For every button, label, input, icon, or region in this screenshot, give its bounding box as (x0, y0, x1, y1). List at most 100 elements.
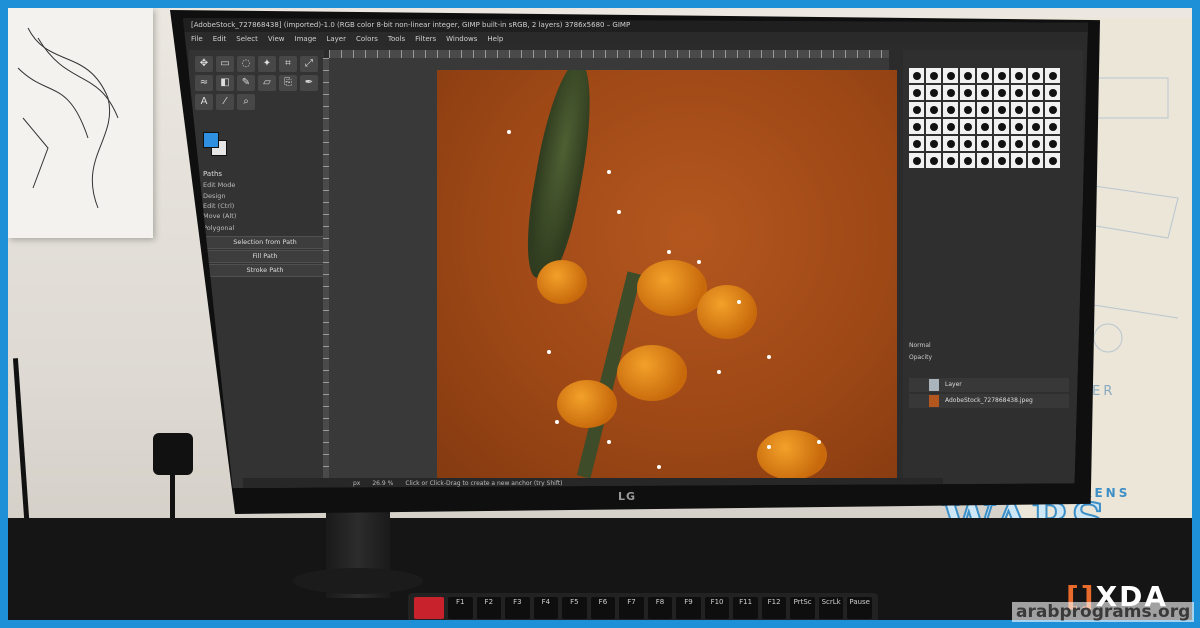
brush-preset[interactable] (1045, 119, 1060, 134)
brush-preset[interactable] (943, 102, 958, 117)
brush-preset[interactable] (1028, 85, 1043, 100)
paths-tool-icon[interactable]: ✒ (300, 75, 318, 91)
clone-icon[interactable]: ⎘ (279, 75, 297, 91)
brush-preset[interactable] (994, 119, 1009, 134)
bucket-fill-icon[interactable]: ◧ (216, 75, 234, 91)
brush-preset[interactable] (1011, 119, 1026, 134)
brush-preset[interactable] (1011, 136, 1026, 151)
menu-tools[interactable]: Tools (388, 32, 405, 46)
unit-select[interactable]: px (353, 478, 360, 488)
brush-preset[interactable] (926, 136, 941, 151)
brush-preset[interactable] (977, 102, 992, 117)
brush-preset[interactable] (994, 136, 1009, 151)
brush-preset[interactable] (909, 119, 924, 134)
path-anchor[interactable] (607, 440, 611, 444)
brush-preset[interactable] (977, 85, 992, 100)
foreground-color-swatch[interactable] (203, 132, 219, 148)
brush-preset[interactable] (909, 153, 924, 168)
fill-path-button[interactable]: Fill Path (205, 250, 325, 263)
brush-preset[interactable] (1028, 136, 1043, 151)
brush-preset[interactable] (926, 85, 941, 100)
path-anchor[interactable] (617, 210, 621, 214)
stroke-path-button[interactable]: Stroke Path (205, 264, 325, 277)
lasso-icon[interactable]: ◌ (237, 56, 255, 72)
menu-view[interactable]: View (268, 32, 285, 46)
path-anchor[interactable] (657, 465, 661, 469)
brush-preset[interactable] (977, 136, 992, 151)
brush-preset[interactable] (1011, 68, 1026, 83)
brush-preset[interactable] (1011, 102, 1026, 117)
brush-preset[interactable] (943, 85, 958, 100)
brush-preset[interactable] (1045, 102, 1060, 117)
brush-preset[interactable] (977, 68, 992, 83)
path-anchor[interactable] (737, 300, 741, 304)
brush-preset[interactable] (960, 102, 975, 117)
fuzzy-select-icon[interactable]: ✦ (258, 56, 276, 72)
text-tool-icon[interactable]: A (195, 94, 213, 110)
mode-edit-radio[interactable]: Edit (Ctrl) (203, 202, 234, 210)
path-anchor[interactable] (717, 370, 721, 374)
path-anchor[interactable] (607, 170, 611, 174)
brush-preset[interactable] (1028, 68, 1043, 83)
transform-icon[interactable]: ⤢ (300, 56, 318, 72)
menu-layer[interactable]: Layer (326, 32, 346, 46)
brush-preset[interactable] (994, 153, 1009, 168)
menu-windows[interactable]: Windows (446, 32, 477, 46)
brush-preset[interactable] (909, 68, 924, 83)
path-anchor[interactable] (555, 420, 559, 424)
brush-preset[interactable] (926, 68, 941, 83)
selection-from-path-button[interactable]: Selection from Path (205, 236, 325, 249)
brush-preset[interactable] (943, 119, 958, 134)
brush-preset[interactable] (1045, 85, 1060, 100)
zoom-icon[interactable]: ⌕ (237, 94, 255, 110)
brush-preset[interactable] (926, 153, 941, 168)
image-canvas[interactable] (437, 70, 897, 480)
brush-preset[interactable] (994, 102, 1009, 117)
brush-preset[interactable] (926, 119, 941, 134)
mode-move-radio[interactable]: Move (Alt) (203, 212, 236, 220)
path-anchor[interactable] (817, 440, 821, 444)
move-tool-icon[interactable]: ✥ (195, 56, 213, 72)
brush-preset[interactable] (960, 136, 975, 151)
menu-file[interactable]: File (191, 32, 203, 46)
mode-design-radio[interactable]: Design (203, 192, 225, 200)
path-anchor[interactable] (767, 355, 771, 359)
menu-help[interactable]: Help (487, 32, 503, 46)
layer-mode-select[interactable]: Normal (909, 342, 931, 349)
brush-preset[interactable] (1028, 119, 1043, 134)
brush-preset[interactable] (909, 136, 924, 151)
menu-filters[interactable]: Filters (415, 32, 436, 46)
brush-preset[interactable] (994, 68, 1009, 83)
brush-preset[interactable] (1028, 102, 1043, 117)
brush-preset[interactable] (1045, 153, 1060, 168)
horizontal-ruler[interactable] (329, 50, 889, 58)
menu-edit[interactable]: Edit (213, 32, 227, 46)
brush-preset[interactable] (1028, 153, 1043, 168)
menu-colors[interactable]: Colors (356, 32, 378, 46)
brush-preset[interactable] (1011, 153, 1026, 168)
path-anchor[interactable] (547, 350, 551, 354)
brush-preset[interactable] (1011, 85, 1026, 100)
layer-row-photo[interactable]: AdobeStock_727868438.jpeg (909, 394, 1069, 408)
brush-preset[interactable] (909, 85, 924, 100)
eraser-icon[interactable]: ▱ (258, 75, 276, 91)
brush-preset[interactable] (994, 85, 1009, 100)
polygonal-checkbox[interactable]: Polygonal (203, 224, 234, 232)
brush-preset[interactable] (909, 102, 924, 117)
zoom-select[interactable]: 26.9 % (372, 478, 393, 488)
path-anchor[interactable] (767, 445, 771, 449)
brush-preset[interactable] (960, 119, 975, 134)
brush-preset[interactable] (926, 102, 941, 117)
brush-preset[interactable] (943, 136, 958, 151)
crop-icon[interactable]: ⌗ (279, 56, 297, 72)
layer-row-layer[interactable]: Layer (909, 378, 1069, 392)
color-picker-icon[interactable]: ⁄ (216, 94, 234, 110)
path-anchor[interactable] (507, 130, 511, 134)
rect-select-icon[interactable]: ▭ (216, 56, 234, 72)
menu-image[interactable]: Image (295, 32, 317, 46)
paintbrush-icon[interactable]: ✎ (237, 75, 255, 91)
brush-preset[interactable] (943, 68, 958, 83)
brush-preset[interactable] (1045, 68, 1060, 83)
menu-select[interactable]: Select (236, 32, 258, 46)
brush-preset[interactable] (943, 153, 958, 168)
